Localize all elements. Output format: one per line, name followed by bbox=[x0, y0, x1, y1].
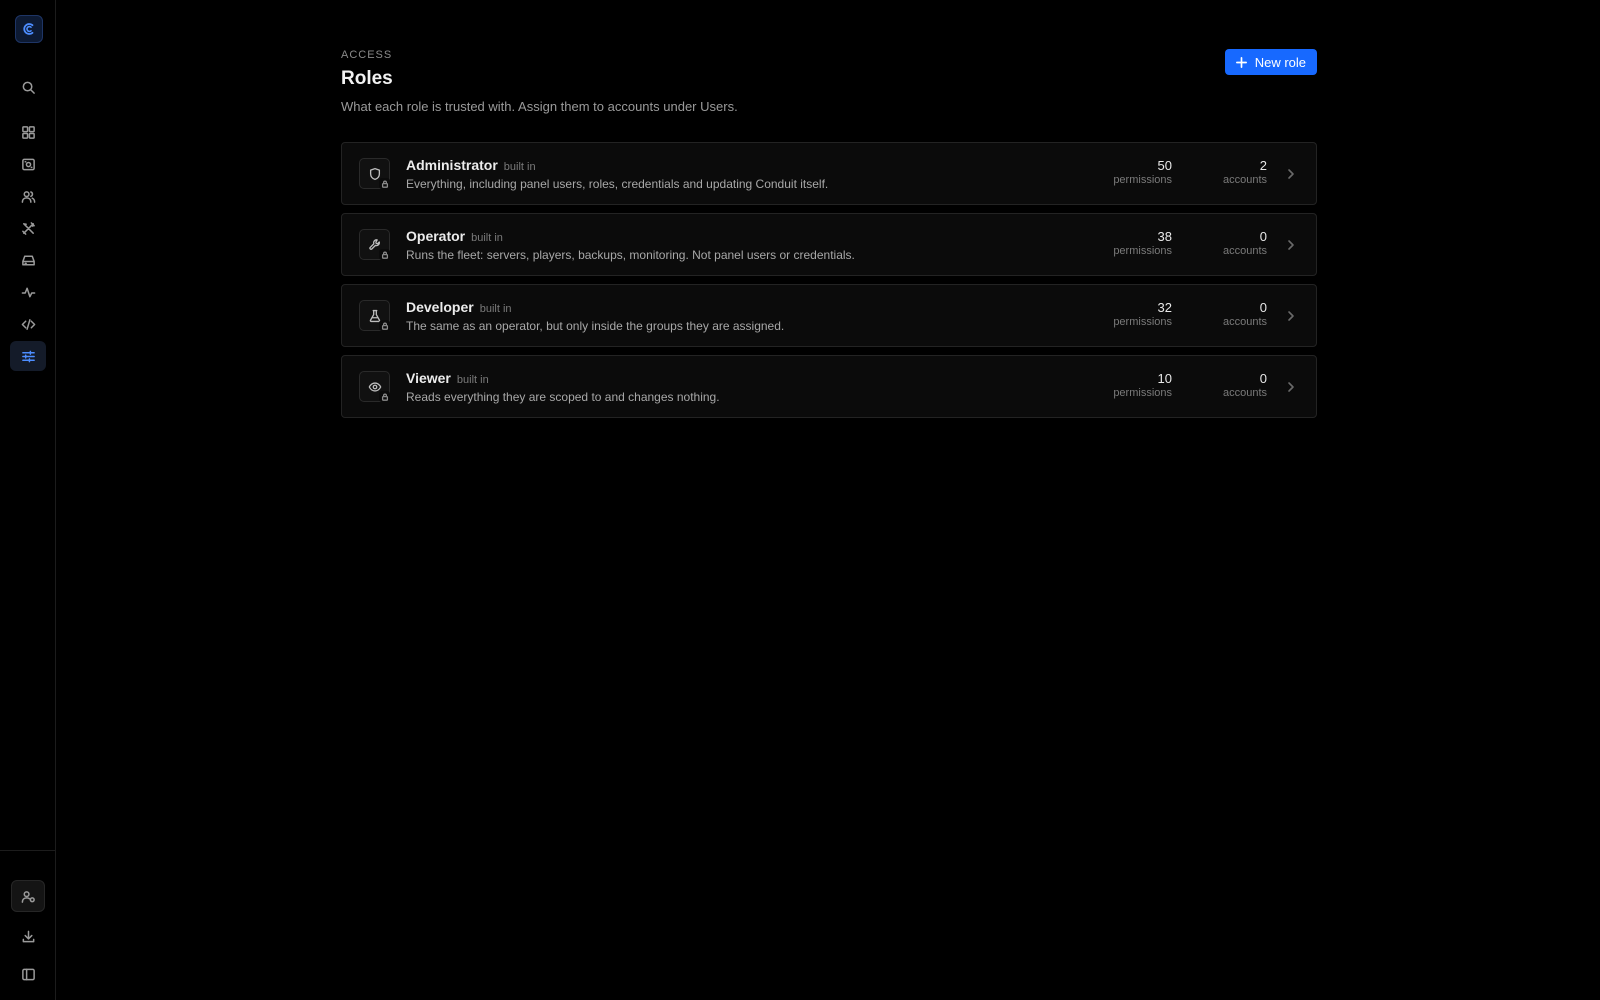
role-open-chevron bbox=[1284, 309, 1298, 323]
role-description: Runs the fleet: servers, players, backup… bbox=[406, 248, 855, 262]
accounts-count: 0 accounts bbox=[1222, 229, 1267, 257]
lock-badge bbox=[379, 320, 390, 331]
storage-icon bbox=[21, 255, 35, 265]
page-title: Roles bbox=[341, 68, 393, 89]
new-role-button-label: New role bbox=[1254, 54, 1306, 70]
built-in-tag: built in bbox=[471, 232, 503, 244]
users-icon bbox=[21, 190, 35, 203]
sidebar-toggle-icon bbox=[21, 968, 35, 980]
permissions-count: 10 permissions bbox=[1113, 371, 1172, 399]
role-open-chevron bbox=[1284, 167, 1298, 181]
lock-icon bbox=[381, 180, 388, 188]
sidebar-item-servers[interactable] bbox=[10, 149, 46, 179]
role-description: The same as an operator, but only inside… bbox=[406, 319, 785, 333]
search-icon bbox=[22, 81, 35, 94]
role-description: Reads everything they are scoped to and … bbox=[406, 390, 720, 404]
sidebar-item-storage[interactable] bbox=[10, 245, 46, 275]
role-description: Everything, including panel users, roles… bbox=[406, 177, 829, 191]
built-in-tag: built in bbox=[503, 161, 536, 173]
chevron-right-icon bbox=[1288, 240, 1294, 250]
role-icon-box bbox=[359, 229, 390, 260]
role-name: Operator built in bbox=[406, 228, 503, 244]
permissions-count: 50 permissions bbox=[1113, 158, 1172, 186]
role-name: Administrator built in bbox=[406, 157, 536, 173]
conduit-logo-icon bbox=[23, 23, 34, 35]
accounts-count: 0 accounts bbox=[1222, 371, 1267, 399]
role-icon-box bbox=[359, 300, 390, 331]
lock-icon bbox=[381, 251, 388, 259]
sidebar-item-monitoring[interactable] bbox=[10, 277, 46, 307]
permissions-count: 38 permissions bbox=[1113, 229, 1172, 257]
role-open-chevron bbox=[1284, 380, 1298, 394]
sidebar-item-developer[interactable] bbox=[10, 309, 46, 339]
lock-badge bbox=[379, 178, 390, 189]
code-icon bbox=[21, 318, 35, 330]
role-row-operator[interactable]: Operator built in Runs the fleet: servers… bbox=[341, 213, 1317, 276]
role-row-developer[interactable]: Developer built in The same as an operato… bbox=[341, 284, 1317, 347]
accounts-count: 0 accounts bbox=[1222, 300, 1267, 328]
page-eyebrow: ACCESS bbox=[341, 49, 393, 61]
new-role-button[interactable]: New role bbox=[1224, 49, 1317, 75]
role-name: Developer built in bbox=[406, 299, 512, 315]
tools-icon bbox=[21, 221, 35, 235]
chevron-right-icon bbox=[1288, 169, 1294, 179]
sidebar-account-button[interactable] bbox=[11, 880, 45, 912]
page-subtitle: What each role is trusted with. Assign t… bbox=[341, 99, 738, 114]
role-open-chevron bbox=[1284, 238, 1298, 252]
permissions-count: 32 permissions bbox=[1113, 300, 1172, 328]
sidebar bbox=[0, 0, 56, 1000]
lock-icon bbox=[381, 322, 388, 330]
lock-badge bbox=[379, 249, 390, 260]
built-in-tag: built in bbox=[456, 374, 489, 386]
role-name: Viewer built in bbox=[406, 370, 489, 386]
server-icon bbox=[21, 158, 35, 170]
sidebar-search-button[interactable] bbox=[10, 72, 46, 102]
dashboard-icon bbox=[21, 125, 35, 139]
sidebar-item-tools[interactable] bbox=[10, 213, 46, 243]
sidebar-download-button[interactable] bbox=[10, 921, 46, 951]
app-logo[interactable] bbox=[15, 15, 43, 43]
lock-badge bbox=[379, 391, 390, 402]
accounts-count: 2 accounts bbox=[1222, 158, 1267, 186]
sidebar-item-users[interactable] bbox=[10, 181, 46, 211]
plus-icon bbox=[1235, 56, 1247, 68]
role-list: Administrator built in Everything, includ… bbox=[341, 142, 1317, 426]
chevron-right-icon bbox=[1288, 382, 1294, 392]
sidebar-item-dashboard[interactable] bbox=[10, 117, 46, 147]
sidebar-item-access[interactable] bbox=[10, 341, 46, 371]
sidebar-divider bbox=[0, 850, 56, 851]
role-icon-box bbox=[359, 158, 390, 189]
activity-icon bbox=[21, 287, 35, 297]
lock-icon bbox=[381, 393, 388, 401]
user-settings-icon bbox=[21, 890, 35, 903]
built-in-tag: built in bbox=[479, 303, 512, 315]
role-row-administrator[interactable]: Administrator built in Everything, includ… bbox=[341, 142, 1317, 205]
sliders-icon bbox=[21, 350, 35, 362]
role-row-viewer[interactable]: Viewer built in Reads everything they are… bbox=[341, 355, 1317, 418]
sidebar-collapse-button[interactable] bbox=[10, 959, 46, 989]
role-icon-box bbox=[359, 371, 390, 402]
chevron-right-icon bbox=[1288, 311, 1294, 321]
download-icon bbox=[22, 930, 34, 942]
